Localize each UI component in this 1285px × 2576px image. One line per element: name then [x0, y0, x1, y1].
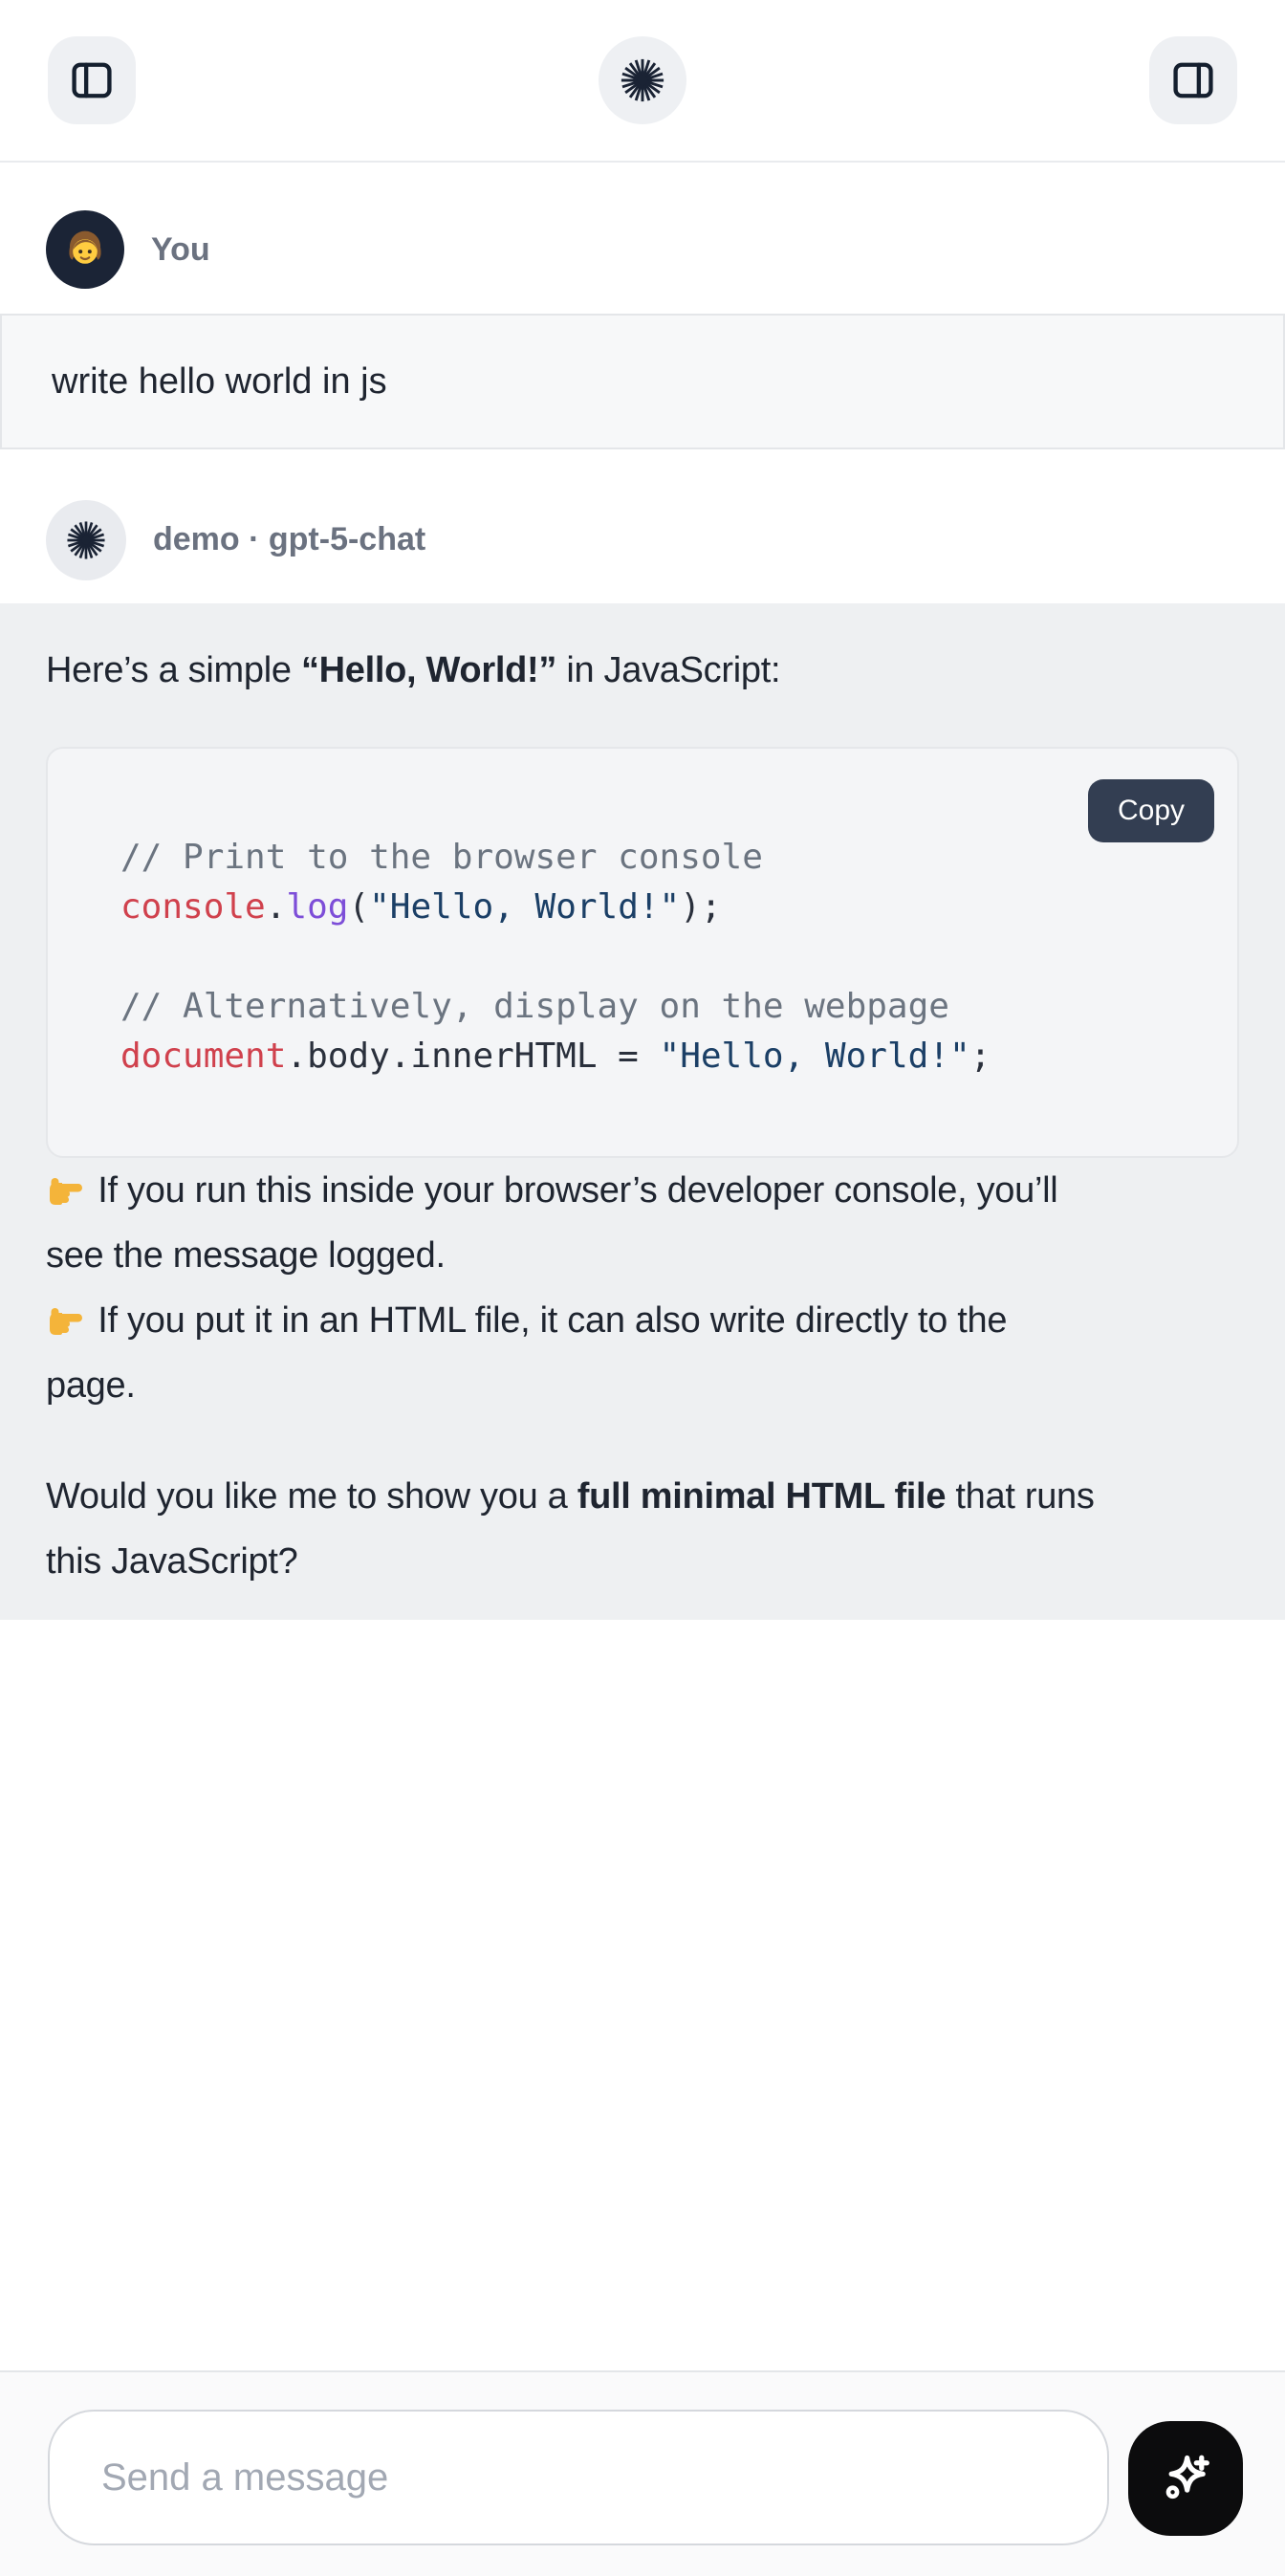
composer-bar	[0, 2370, 1285, 2576]
assistant-role-row: demo · gpt-5-chat	[0, 449, 1285, 603]
user-message: write hello world in js	[0, 314, 1285, 449]
top-bar	[0, 0, 1285, 163]
assistant-intro-paragraph: Here’s a simple “Hello, World!” in JavaS…	[46, 638, 1239, 703]
copy-code-button[interactable]: Copy	[1088, 779, 1214, 842]
user-message-text: write hello world in js	[52, 361, 387, 403]
right-panel-toggle-button[interactable]	[1149, 36, 1237, 124]
starburst-logo-icon	[618, 55, 667, 105]
user-role-row: You	[0, 163, 1285, 314]
pointing-right-icon	[46, 1300, 84, 1339]
assistant-question-paragraph: Would you like me to show you a full min…	[46, 1464, 1239, 1594]
sparkle-send-icon	[1154, 2447, 1217, 2510]
code-block: Copy // Print to the browser console con…	[46, 747, 1239, 1158]
user-name-label: You	[151, 231, 210, 269]
assistant-message: Here’s a simple “Hello, World!” in JavaS…	[0, 603, 1285, 1620]
assistant-tips-paragraph: If you run this inside your browser’s de…	[46, 1158, 1239, 1418]
logo-button[interactable]	[599, 36, 686, 124]
assistant-avatar	[46, 500, 126, 580]
send-button[interactable]	[1128, 2421, 1243, 2536]
assistant-name-label: demo · gpt-5-chat	[153, 521, 425, 558]
panel-right-icon	[1168, 55, 1218, 105]
pointing-right-icon	[46, 1170, 84, 1209]
chat-app-window: You write hello world in js	[0, 0, 1285, 2576]
sidebar-toggle-button[interactable]	[48, 36, 136, 124]
starburst-avatar-icon	[64, 518, 108, 562]
panel-left-icon	[67, 55, 117, 105]
message-input[interactable]	[48, 2410, 1109, 2545]
person-emoji-icon	[62, 227, 108, 273]
code-content: // Print to the browser console console.…	[48, 749, 1237, 1156]
user-avatar	[46, 210, 124, 289]
empty-scroll-area	[0, 1620, 1285, 2370]
